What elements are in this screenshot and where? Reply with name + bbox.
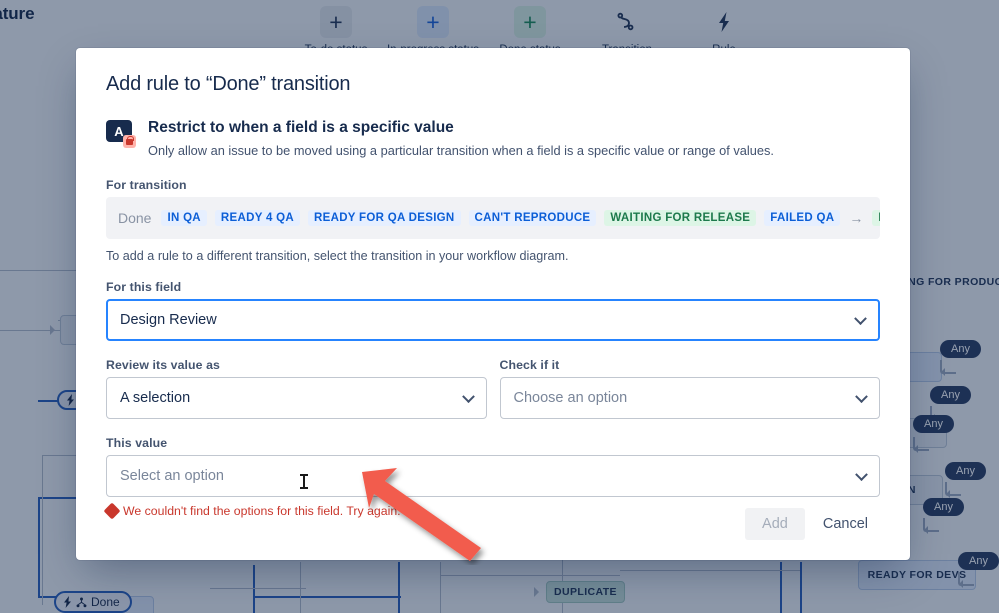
check-if-placeholder: Choose an option xyxy=(514,390,628,406)
for-this-field-label: For this field xyxy=(106,280,880,294)
transition-from-name: Done xyxy=(118,210,151,226)
arrow-right-icon: → xyxy=(849,210,863,226)
screen: eature + To-do status + In-progress stat… xyxy=(0,0,999,613)
lock-icon xyxy=(123,135,136,148)
error-icon xyxy=(104,502,121,519)
transition-status-badge: READY FOR QA DESIGN xyxy=(308,210,461,226)
this-value-select[interactable]: Select an option xyxy=(106,455,880,497)
rule-description: Only allow an issue to be moved using a … xyxy=(148,142,774,159)
transition-status-badge: FAILED QA xyxy=(764,210,840,226)
field-value-lock-icon: A xyxy=(106,120,136,146)
transition-helper-text: To add a rule to a different transition,… xyxy=(106,249,880,263)
chevron-down-icon xyxy=(855,390,868,403)
transition-status-badge: WAITING FOR RELEASE xyxy=(604,210,756,226)
field-select[interactable]: Design Review xyxy=(106,299,880,341)
this-value-label: This value xyxy=(106,436,880,450)
review-as-value: A selection xyxy=(120,390,190,406)
for-transition-label: For transition xyxy=(106,178,880,192)
add-rule-dialog: Add rule to “Done” transition A Restrict… xyxy=(76,48,910,560)
rule-name: Restrict to when a field is a specific v… xyxy=(148,118,774,137)
chevron-down-icon xyxy=(854,312,867,325)
add-button[interactable]: Add xyxy=(745,508,805,540)
error-message: We couldn't find the options for this fi… xyxy=(123,504,401,518)
review-as-select[interactable]: A selection xyxy=(106,377,487,419)
check-if-select[interactable]: Choose an option xyxy=(500,377,881,419)
check-if-label: Check if it xyxy=(500,358,881,372)
transition-status-badge: IN QA xyxy=(161,210,206,226)
dialog-actions: Add Cancel xyxy=(745,508,880,540)
chevron-down-icon xyxy=(462,390,475,403)
dialog-title: Add rule to “Done” transition xyxy=(106,72,880,96)
transition-status-badge: READY 4 QA xyxy=(215,210,300,226)
field-select-value: Design Review xyxy=(120,312,217,328)
cancel-button[interactable]: Cancel xyxy=(811,508,880,540)
rule-summary: A Restrict to when a field is a specific… xyxy=(106,118,880,160)
transition-selector[interactable]: Done IN QA READY 4 QA READY FOR QA DESIG… xyxy=(106,197,880,239)
chevron-down-icon xyxy=(855,468,868,481)
review-as-label: Review its value as xyxy=(106,358,487,372)
transition-target-badge: DONE xyxy=(872,210,880,226)
transition-status-badge: CAN'T REPRODUCE xyxy=(469,210,597,226)
text-ibeam-cursor xyxy=(303,474,305,489)
this-value-placeholder: Select an option xyxy=(120,468,224,484)
